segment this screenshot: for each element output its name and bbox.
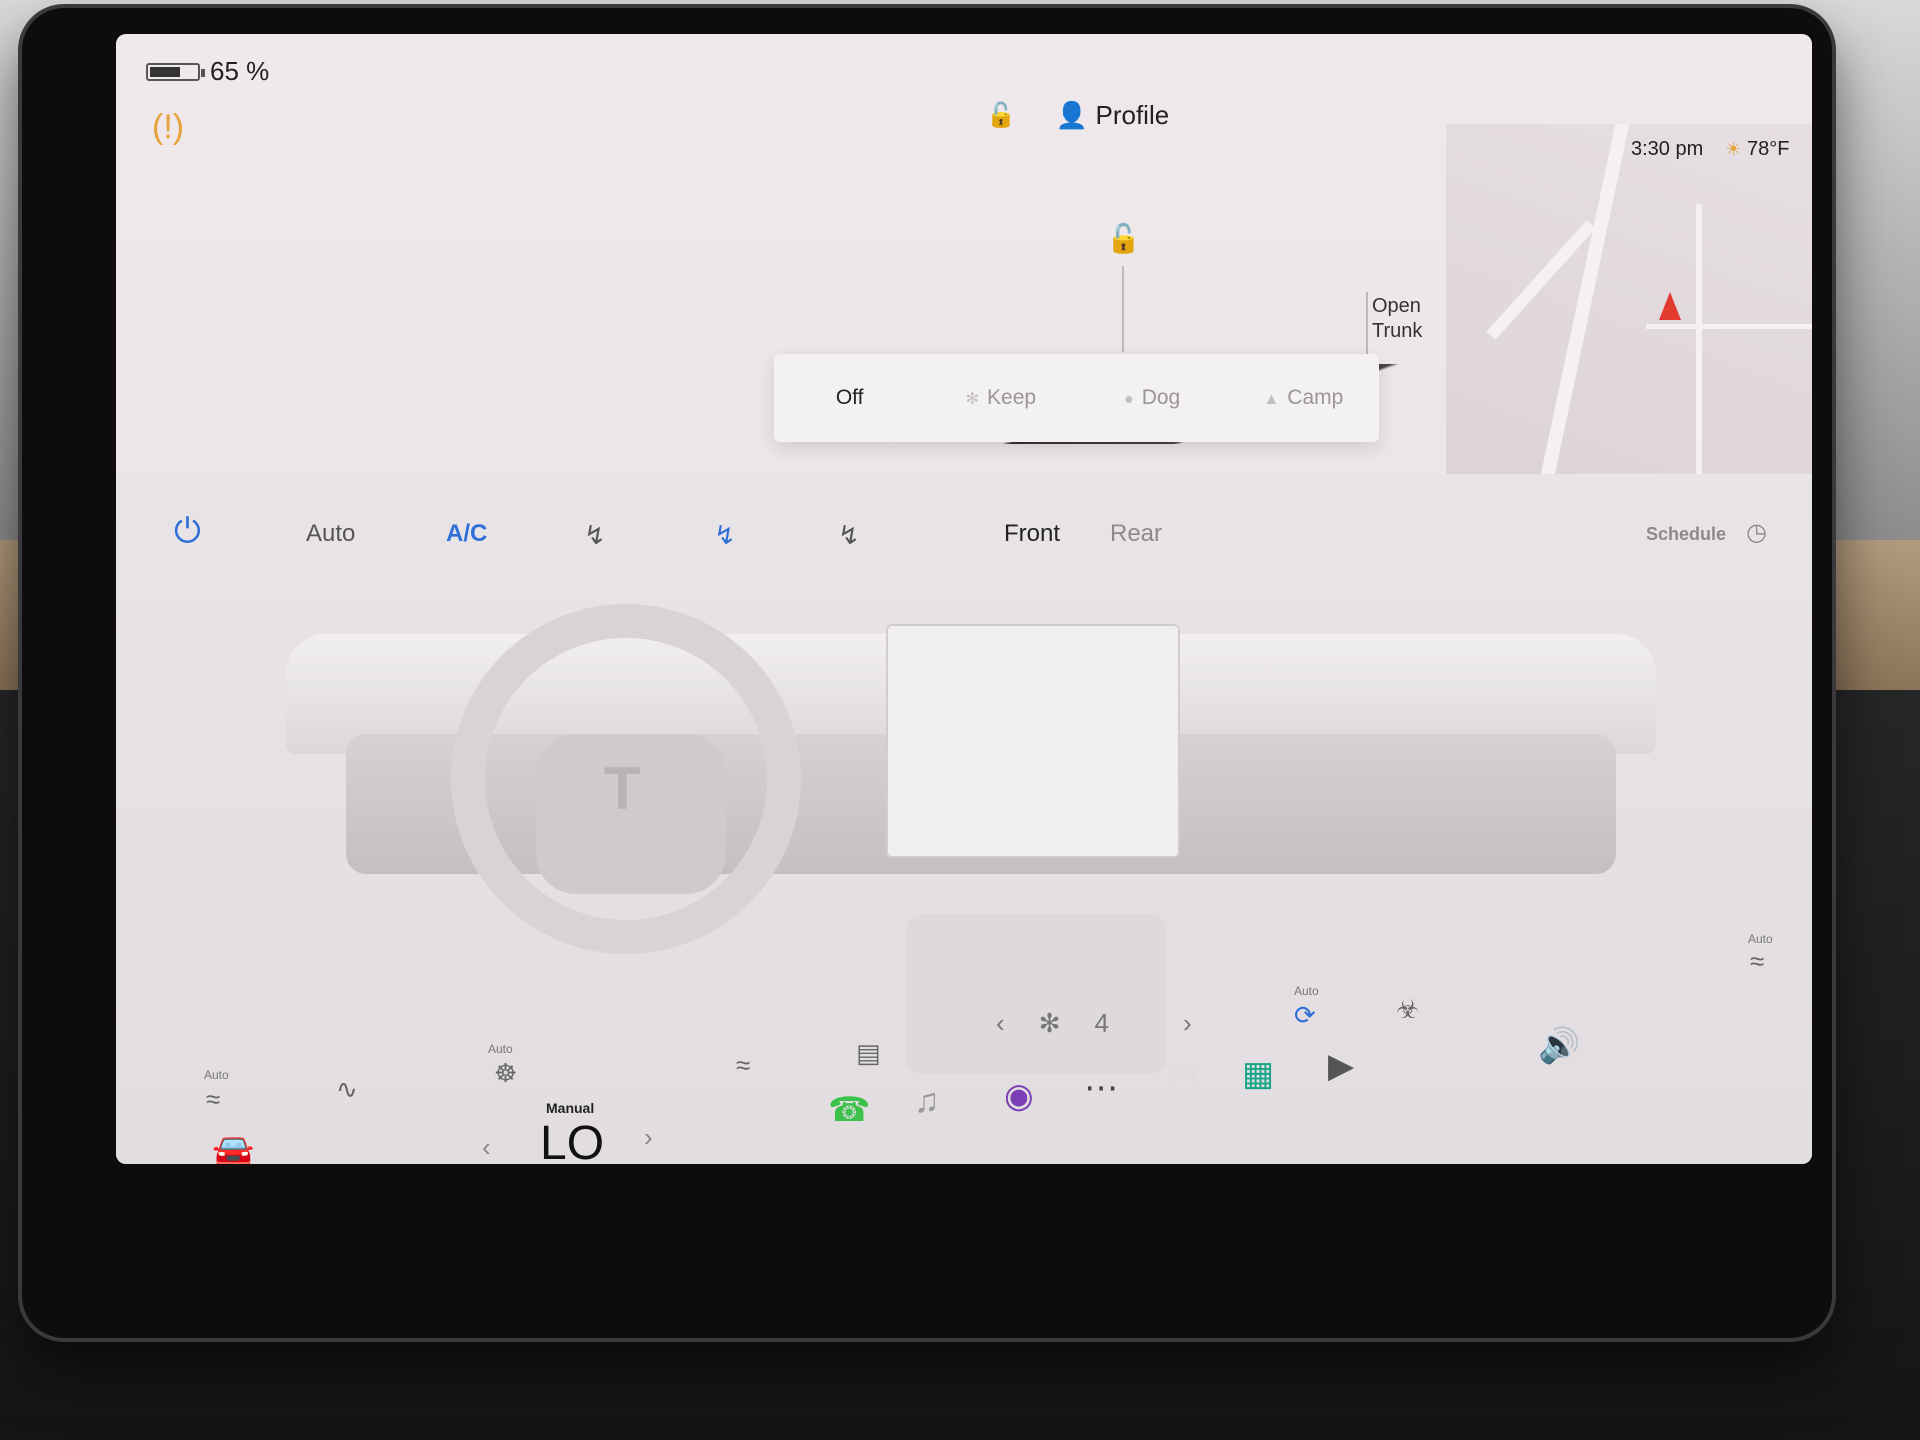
touchscreen: 65 % (!) 🔓 👤 Profile 3:30 pm ☀ 78°F 🔓 Op…: [116, 34, 1812, 1164]
car-unlock-icon[interactable]: 🔓: [1106, 222, 1141, 255]
time-temperature: 3:30 pm ☀ 78°F: [1631, 138, 1789, 161]
phone-icon[interactable]: ☎: [828, 1090, 870, 1130]
tent-icon: ▲: [1263, 391, 1280, 408]
climate-keep-mode-selector: Off ✻ Keep ● Dog ▲ Camp: [774, 354, 1379, 442]
battery-icon: [146, 62, 205, 81]
profile-button[interactable]: 👤 Profile: [1056, 100, 1169, 131]
airflow-face-feet-icon[interactable]: ↯: [714, 520, 736, 551]
cabin-temperature[interactable]: LO: [540, 1116, 604, 1164]
seat-heat-right-auto-label: Auto: [1748, 932, 1773, 946]
ac-button[interactable]: A/C: [446, 520, 487, 548]
battery-percent: 65 %: [210, 56, 270, 86]
temp-mode-label: Manual: [546, 1100, 595, 1116]
header-bar: 🔓 👤 Profile: [986, 100, 1169, 131]
recirculate-icon[interactable]: ⟳: [1294, 1000, 1316, 1031]
mode-keep[interactable]: ✻ Keep: [925, 386, 1076, 410]
bioweapon-defense-icon[interactable]: ☣: [1396, 994, 1419, 1025]
tesla-logo-icon: T: [604, 755, 641, 822]
schedule-button[interactable]: Schedule: [1646, 524, 1726, 545]
auto-button[interactable]: Auto: [306, 520, 355, 548]
camera-icon[interactable]: ◉: [1004, 1076, 1034, 1116]
theater-icon[interactable]: ▶: [1328, 1046, 1354, 1086]
seat-heater-right-icon[interactable]: ≈: [1750, 946, 1764, 977]
bottom-dock: 🚘 ‹ Manual LO › ☎ ♫ ◉ ⋯ ▢ ▦ ▶ 🔊: [116, 1027, 1812, 1164]
profile-label: Profile: [1095, 100, 1170, 130]
navigation-arrow-icon: [1659, 292, 1681, 320]
airflow-face-icon[interactable]: ↯: [584, 520, 606, 551]
battery-fill: [150, 66, 180, 77]
mode-off[interactable]: Off: [774, 386, 925, 410]
person-icon: 👤: [1055, 100, 1089, 130]
temp-increase-button[interactable]: ›: [644, 1122, 653, 1153]
climate-power-icon[interactable]: ⏻: [174, 512, 201, 551]
cabin-center-screen: [886, 624, 1180, 858]
recirc-auto-label: Auto: [1294, 984, 1319, 998]
outside-temperature: 78°F: [1746, 138, 1790, 160]
car-controls-icon[interactable]: 🚘: [212, 1132, 254, 1164]
calendar-icon[interactable]: ▢: [1166, 1062, 1198, 1102]
tire-pressure-warning-icon[interactable]: (!): [152, 108, 184, 147]
sun-icon: ☀: [1725, 139, 1742, 159]
more-apps-icon[interactable]: ⋯: [1084, 1068, 1118, 1108]
open-trunk-button[interactable]: Open Trunk: [1372, 294, 1422, 344]
volume-icon[interactable]: 🔊: [1538, 1026, 1580, 1066]
climate-controls-row: ⏻ Auto A/C ↯ ↯ ↯ Front Rear Schedule ◷: [116, 510, 1812, 570]
paw-icon: ●: [1124, 391, 1134, 408]
front-tab[interactable]: Front: [1004, 520, 1060, 548]
display-bezel: 65 % (!) 🔓 👤 Profile 3:30 pm ☀ 78°F 🔓 Op…: [22, 8, 1832, 1338]
temp-decrease-button[interactable]: ‹: [482, 1132, 491, 1163]
fan-icon: ✻: [965, 391, 980, 408]
airflow-feet-icon[interactable]: ↯: [838, 520, 860, 551]
toybox-icon[interactable]: ▦: [1242, 1054, 1274, 1094]
unlock-icon[interactable]: 🔓: [986, 101, 1016, 130]
mode-camp[interactable]: ▲ Camp: [1228, 386, 1379, 410]
clock-time: 3:30 pm: [1631, 138, 1704, 160]
mode-dog[interactable]: ● Dog: [1077, 386, 1228, 410]
schedule-clock-icon[interactable]: ◷: [1746, 518, 1767, 547]
cabin-render: T: [116, 594, 1812, 1074]
music-icon[interactable]: ♫: [914, 1082, 940, 1121]
rear-tab[interactable]: Rear: [1110, 520, 1162, 548]
battery-indicator[interactable]: 65 %: [146, 56, 269, 87]
